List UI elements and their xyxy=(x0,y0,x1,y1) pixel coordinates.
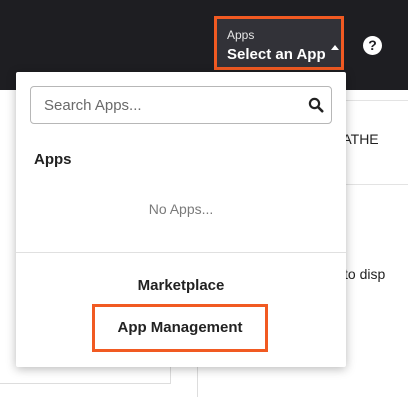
search-box xyxy=(30,86,332,124)
background-body-text: to disp xyxy=(344,266,386,282)
app-switcher-button[interactable]: Apps Select an App xyxy=(214,16,344,70)
apps-dropdown-menu: Apps No Apps... Marketplace App Manageme… xyxy=(16,72,346,367)
app-switcher-caption: Apps xyxy=(227,28,255,42)
app-management-link[interactable]: App Management xyxy=(92,304,268,352)
apps-section-title: Apps xyxy=(34,151,72,168)
help-icon[interactable]: ? xyxy=(363,36,382,55)
search-apps-input[interactable] xyxy=(31,87,291,123)
app-switcher-value: Select an App xyxy=(227,46,326,63)
marketplace-link[interactable]: Marketplace xyxy=(16,277,346,294)
search-icon[interactable] xyxy=(308,97,324,113)
dropdown-divider xyxy=(16,252,346,253)
caret-up-icon xyxy=(331,45,339,50)
no-apps-message: No Apps... xyxy=(148,201,214,217)
